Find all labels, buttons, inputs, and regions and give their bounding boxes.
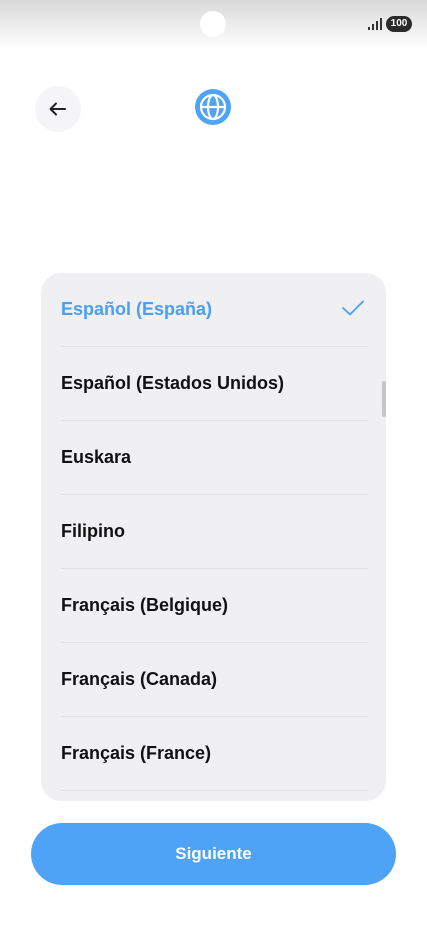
language-option-espanol-espana[interactable]: Español (España) — [61, 273, 368, 347]
language-label: Français (Canada) — [61, 669, 218, 689]
scrollbar-thumb[interactable] — [382, 381, 386, 417]
checkmark-icon — [342, 300, 364, 316]
language-label: Filipino — [61, 521, 125, 541]
battery-level-badge: 100 — [386, 16, 412, 32]
signal-bars-icon — [368, 18, 382, 30]
language-option-espanol-estados-unidos[interactable]: Español (Estados Unidos) — [61, 347, 368, 421]
language-list[interactable]: Español (España) Español (Estados Unidos… — [41, 273, 386, 801]
camera-cutout — [200, 11, 226, 37]
language-label: Euskara — [61, 447, 132, 467]
language-label: Español (España) — [61, 299, 213, 319]
language-option-francais-canada[interactable]: Français (Canada) — [61, 643, 368, 717]
language-option-filipino[interactable]: Filipino — [61, 495, 368, 569]
language-option-euskara[interactable]: Euskara — [61, 421, 368, 495]
status-bar: 100 — [0, 0, 427, 50]
globe-icon — [195, 89, 231, 125]
language-label: Español (Estados Unidos) — [61, 373, 285, 393]
arrow-left-icon — [49, 102, 66, 116]
language-selection-screen: 100 Español (España) Español (Estados Un… — [0, 0, 427, 926]
next-button[interactable]: Siguiente — [31, 823, 396, 885]
language-option-francais-france[interactable]: Français (France) — [61, 717, 368, 791]
back-button[interactable] — [35, 86, 81, 132]
language-label: Français (France) — [61, 743, 212, 763]
language-option-francais-belgique[interactable]: Français (Belgique) — [61, 569, 368, 643]
language-label: Français (Belgique) — [61, 595, 229, 615]
